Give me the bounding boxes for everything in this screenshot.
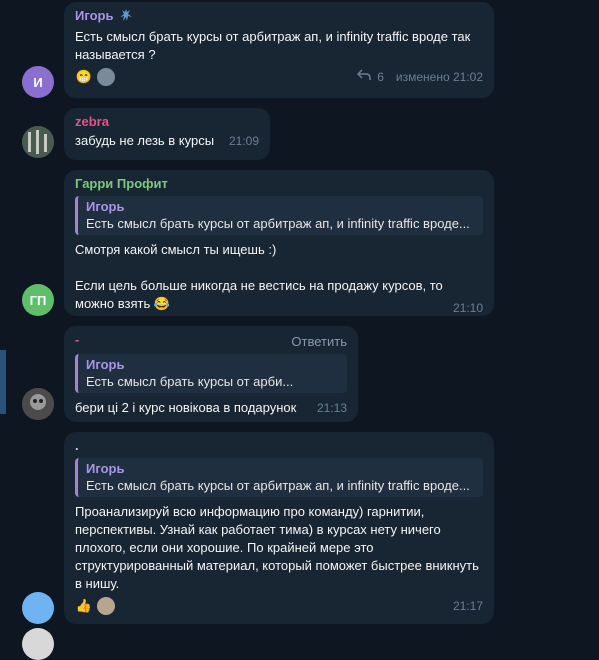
message-bubble-dash[interactable]: - Ответить Игорь Есть смысл брать курсы … bbox=[64, 326, 358, 422]
message-time: 21:13 bbox=[316, 401, 347, 415]
avatar-dot[interactable] bbox=[22, 592, 54, 624]
quote-author: Игорь bbox=[86, 199, 125, 214]
message-time: 21:09 bbox=[228, 134, 259, 148]
message-time: 21:10 bbox=[452, 301, 483, 315]
reply-button[interactable]: Ответить bbox=[291, 334, 347, 349]
message-bubble-igor[interactable]: Игорь Есть смысл брать курсы от арбитраж… bbox=[64, 2, 494, 98]
jordan-jumpman-icon bbox=[119, 8, 133, 26]
message-bubble-garri[interactable]: Гарри Профит Игорь Есть смысл брать курс… bbox=[64, 170, 494, 316]
reactions: 😁 bbox=[75, 68, 115, 86]
quote-text: Есть смысл брать курсы от арбитраж ап, и… bbox=[86, 478, 470, 493]
message-text: забудь не лезь в курсы bbox=[75, 133, 215, 148]
sender-name[interactable]: Игорь bbox=[75, 8, 483, 26]
reply-quote[interactable]: Игорь Есть смысл брать курсы от арбитраж… bbox=[75, 458, 483, 497]
scroll-indicator bbox=[0, 350, 6, 414]
message-bubble-zebra[interactable]: zebra забудь не лезь в курсы 21:09 bbox=[64, 108, 270, 160]
reply-arrow-icon[interactable] bbox=[357, 68, 371, 86]
message-text: бери ці 2 і курс новікова в подарунок bbox=[75, 400, 297, 415]
sender-name[interactable]: zebra bbox=[75, 114, 259, 130]
reply-quote[interactable]: Игорь Есть смысл брать курсы от арбитраж… bbox=[75, 196, 483, 235]
sender-name[interactable]: . bbox=[75, 438, 483, 454]
quote-author: Игорь bbox=[86, 357, 125, 372]
reply-quote[interactable]: Игорь Есть смысл брать курсы от арби... bbox=[75, 354, 347, 393]
view-count: 6 bbox=[377, 70, 384, 84]
avatar-reaction-icon bbox=[97, 597, 115, 615]
avatar-reaction-icon bbox=[97, 68, 115, 86]
sender-name[interactable]: - bbox=[75, 332, 79, 348]
reactions: 👍 bbox=[75, 597, 115, 615]
edited-time: изменено 21:02 bbox=[395, 70, 483, 84]
sender-name[interactable]: Гарри Профит bbox=[75, 176, 483, 192]
avatar-garri[interactable]: ГП bbox=[22, 284, 54, 316]
message-bubble-dot[interactable]: . Игорь Есть смысл брать курсы от арбитр… bbox=[64, 432, 494, 624]
message-time: 21:17 bbox=[452, 599, 483, 613]
thumbs-up-reaction-icon[interactable]: 👍 bbox=[75, 597, 93, 615]
message-text: Проанализируй всю информацию про команду… bbox=[75, 504, 479, 591]
quote-text: Есть смысл брать курсы от арби... bbox=[86, 374, 294, 389]
avatar-dash[interactable] bbox=[22, 388, 54, 420]
grin-reaction-icon[interactable]: 😁 bbox=[75, 68, 93, 86]
message-text: Есть смысл брать курсы от арбитраж ап, и… bbox=[75, 29, 471, 62]
avatar-zebra[interactable] bbox=[22, 126, 54, 158]
quote-author: Игорь bbox=[86, 461, 125, 476]
avatar-igor[interactable]: И bbox=[22, 66, 54, 98]
quote-text: Есть смысл брать курсы от арбитраж ап, и… bbox=[86, 216, 470, 231]
